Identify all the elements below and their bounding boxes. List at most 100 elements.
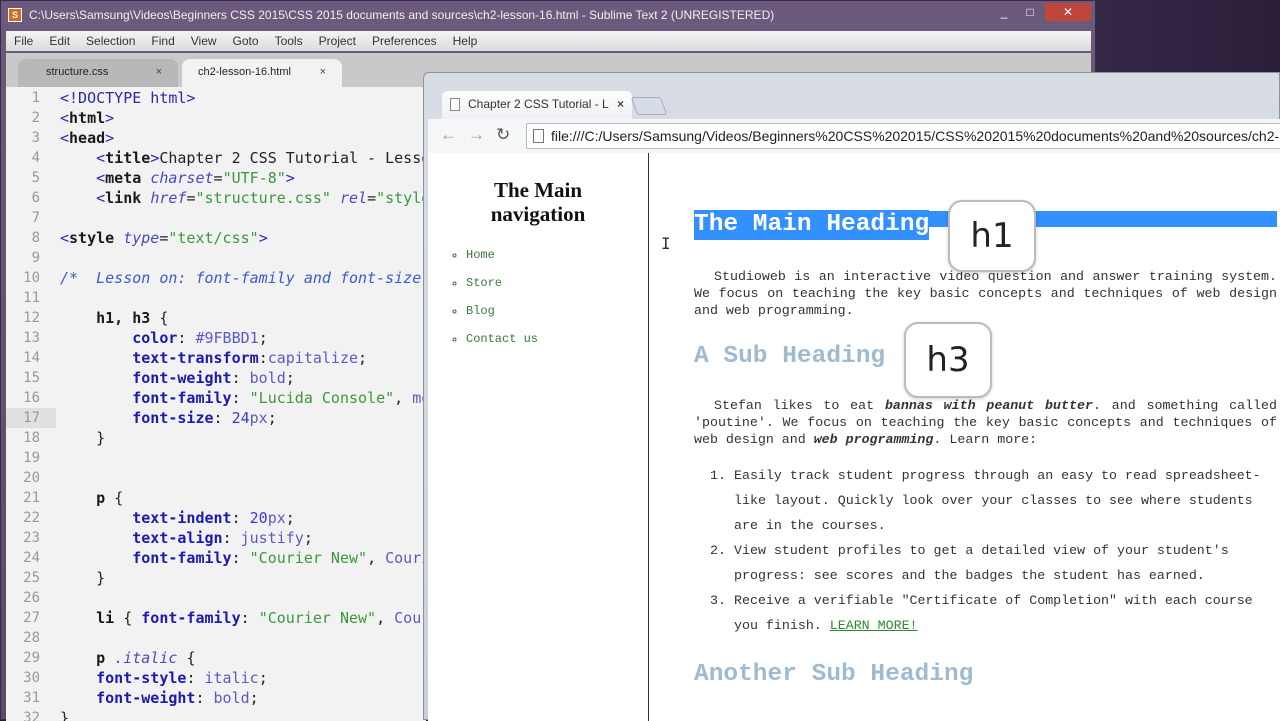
code-token: capitalize <box>267 349 359 367</box>
menu-tools[interactable]: Tools <box>267 34 311 48</box>
tab-label: ch2-lesson-16.html <box>198 66 291 78</box>
tab-label: structure.css <box>46 66 109 78</box>
code-token: , <box>394 389 413 407</box>
tab-structure-css[interactable]: structure.css × <box>18 59 178 87</box>
list-item: View student profiles to get a detailed … <box>734 538 1277 588</box>
code-token: , <box>376 609 395 627</box>
code-token: color <box>132 329 178 347</box>
code-line: <html> <box>60 108 114 128</box>
code-line: } <box>60 428 105 448</box>
line-number: 9 <box>31 250 40 266</box>
nav-item-blog[interactable]: Blog <box>466 302 648 330</box>
code-token: "stylesheet" <box>376 189 426 207</box>
code-token: > <box>285 169 295 187</box>
menu-help[interactable]: Help <box>445 34 486 48</box>
line-number: 31 <box>23 690 40 706</box>
menu-file[interactable]: File <box>6 34 41 48</box>
address-bar[interactable]: file:///C:/Users/Samsung/Videos/Beginner… <box>526 123 1280 149</box>
code-token: : <box>177 329 196 347</box>
close-tab-icon[interactable]: × <box>320 59 326 85</box>
learn-more-link[interactable]: LEARN MORE! <box>830 618 918 633</box>
h3-annotation-bubble: h3 <box>904 322 992 398</box>
code-line: <!DOCTYPE html> <box>60 88 195 108</box>
code-token: html <box>69 109 106 127</box>
new-tab-button[interactable] <box>630 97 668 115</box>
close-tab-icon[interactable]: × <box>156 59 162 85</box>
menu-project[interactable]: Project <box>311 34 364 48</box>
minimize-button[interactable]: _ <box>993 3 1015 21</box>
line-number: 19 <box>23 450 40 466</box>
line-number: 6 <box>31 190 40 206</box>
code-token: < <box>60 229 70 247</box>
line-number: 17 <box>23 410 40 426</box>
nav-item-home[interactable]: Home <box>466 246 648 274</box>
code-line: font-style: italic; <box>60 668 268 688</box>
code-token: : <box>231 389 250 407</box>
code-token: px <box>267 509 286 527</box>
code-token: : <box>231 369 250 387</box>
code-line: p { <box>60 488 123 508</box>
code-token: < <box>60 129 70 147</box>
code-token: text-align <box>132 529 223 547</box>
menu-selection[interactable]: Selection <box>78 34 143 48</box>
menu-preferences[interactable]: Preferences <box>364 34 445 48</box>
italic-text: web programming <box>813 432 934 447</box>
close-tab-icon[interactable]: × <box>617 91 624 117</box>
tab-ch2-lesson-16[interactable]: ch2-lesson-16.html × <box>182 59 342 87</box>
close-window-button[interactable]: ✕ <box>1045 3 1091 21</box>
code-line: <title>Chapter 2 CSS Tutorial - Lesson <box>60 148 426 168</box>
code-token: { <box>123 609 142 627</box>
title-bar: S C:\Users\Samsung\Videos\Beginners CSS … <box>1 1 1097 29</box>
code-token: : <box>240 609 259 627</box>
code-token: ; <box>285 509 295 527</box>
another-sub-heading: Another Sub Heading <box>694 661 974 688</box>
forward-icon[interactable]: → <box>468 125 485 145</box>
code-token: "Courier New" <box>249 549 368 567</box>
menu-bar: File Edit Selection Find View Goto Tools Projec… <box>6 31 1091 51</box>
reload-icon[interactable]: ↻ <box>496 125 510 145</box>
code-line: p .italic { <box>60 648 195 668</box>
code-token: < <box>96 189 106 207</box>
line-number: 16 <box>23 390 40 406</box>
code-token: { <box>114 489 124 507</box>
menu-view[interactable]: View <box>183 34 225 48</box>
code-token: : <box>186 669 205 687</box>
nav-item-contact[interactable]: Contact us <box>466 330 648 358</box>
code-token: h1, h3 <box>96 309 160 327</box>
code-token: /* Lesson on: font-family and font-size <box>60 269 422 287</box>
code-token: > <box>258 229 268 247</box>
browser-tab[interactable]: Chapter 2 CSS Tutorial - L × <box>442 91 632 119</box>
code-token: li <box>96 609 124 627</box>
menu-edit[interactable]: Edit <box>41 34 78 48</box>
side-navigation: The Main navigation Home Store Blog Cont… <box>428 153 649 721</box>
code-token: = <box>213 169 223 187</box>
code-token: : <box>231 549 250 567</box>
h1-annotation-bubble: h1 <box>948 200 1036 272</box>
menu-find[interactable]: Find <box>143 34 182 48</box>
code-token: ; <box>303 529 313 547</box>
code-token: } <box>60 709 70 721</box>
maximize-button[interactable]: □ <box>1019 3 1041 21</box>
code-token: type <box>123 229 160 247</box>
nav-item-store[interactable]: Store <box>466 274 648 302</box>
code-token: 20 <box>249 509 268 527</box>
code-token: font-weight <box>96 689 196 707</box>
menu-goto[interactable]: Goto <box>225 34 267 48</box>
code-editor[interactable]: 1 <!DOCTYPE html> 2 <html> 3 <head> 4 <title>C… <box>6 87 426 721</box>
nav-list: Home Store Blog Contact us <box>466 246 648 358</box>
code-token: charset <box>150 169 214 187</box>
line-number: 23 <box>23 530 40 546</box>
browser-tab-title: Chapter 2 CSS Tutorial - L <box>468 97 609 111</box>
code-token: p <box>96 489 115 507</box>
back-icon[interactable]: ← <box>440 125 457 145</box>
italic-text: bannas with peanut butter <box>884 398 1093 413</box>
code-token: : <box>231 509 250 527</box>
